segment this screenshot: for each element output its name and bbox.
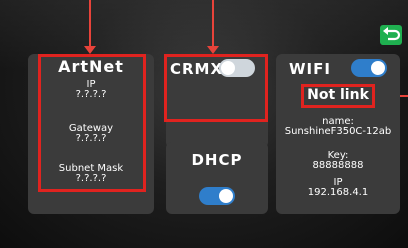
crmx-label: CRMX <box>170 60 224 78</box>
crmx-toggle[interactable] <box>219 59 255 77</box>
artnet-ip-value[interactable]: ?.?.?.? <box>28 89 154 100</box>
wifi-status: Not link <box>307 87 369 103</box>
wifi-toggle-knob <box>371 61 385 75</box>
artnet-title: ArtNet <box>58 57 124 76</box>
wifi-label: WIFI <box>289 60 331 78</box>
annotation-arrowhead-crmx <box>207 46 219 54</box>
back-button[interactable] <box>380 25 402 45</box>
annotation-arrow-artnet <box>89 0 91 47</box>
annotation-arrowhead-artnet <box>84 46 96 54</box>
dhcp-toggle[interactable] <box>199 187 235 205</box>
wifi-key-value: 88888888 <box>312 160 364 171</box>
annotation-arrow-crmx <box>212 0 214 47</box>
crmx-toggle-knob <box>221 61 235 75</box>
artnet-gateway-value[interactable]: ?.?.?.? <box>28 133 154 144</box>
back-arrow-icon <box>383 27 401 41</box>
artnet-subnet-value[interactable]: ?.?.?.? <box>28 173 154 184</box>
wifi-ip-value: 192.168.4.1 <box>307 187 369 198</box>
wifi-toggle[interactable] <box>351 59 387 77</box>
wifi-name-value: SunshineF350C-12ab <box>284 126 392 137</box>
dhcp-label: DHCP <box>191 151 243 169</box>
dhcp-toggle-knob <box>219 189 233 203</box>
